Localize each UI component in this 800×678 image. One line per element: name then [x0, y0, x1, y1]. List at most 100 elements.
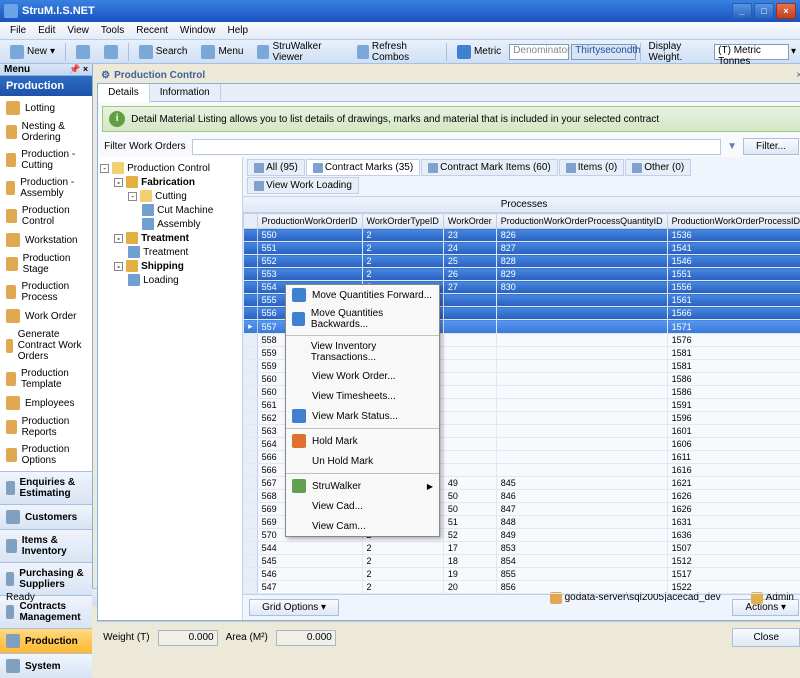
row-selector[interactable]	[244, 581, 258, 594]
expand-icon[interactable]: -	[114, 262, 123, 271]
row-selector[interactable]	[244, 438, 258, 451]
tree-node[interactable]: Cut Machine	[100, 203, 240, 217]
weight-unit-select[interactable]: (T) Metric Tonnes	[714, 44, 789, 60]
row-selector[interactable]	[244, 360, 258, 373]
tree-view[interactable]: -Production Control-Fabrication-CuttingC…	[98, 157, 243, 620]
expand-icon[interactable]: -	[114, 234, 123, 243]
grid-tab[interactable]: All (95)	[247, 159, 305, 176]
table-row[interactable]: 5462198551517	[244, 568, 800, 581]
column-header[interactable]: ProductionWorkOrderProcessQuantityID	[496, 214, 667, 229]
sidebar-item-production-cutting[interactable]: Production - Cutting	[0, 146, 92, 174]
row-selector[interactable]	[244, 255, 258, 268]
close-button[interactable]: ×	[776, 3, 796, 19]
metric-toggle[interactable]: Metric	[451, 42, 507, 62]
tree-node[interactable]: Loading	[100, 273, 240, 287]
row-selector[interactable]	[244, 568, 258, 581]
ctx-move-quantities-forward-[interactable]: Move Quantities Forward...	[286, 285, 439, 305]
row-selector[interactable]	[244, 464, 258, 477]
menu-button[interactable]: Menu	[195, 42, 249, 62]
grid-tab[interactable]: Items (0)	[559, 159, 624, 176]
row-selector[interactable]	[244, 425, 258, 438]
context-menu[interactable]: Move Quantities Forward...Move Quantitie…	[285, 284, 440, 537]
sidebar-item-production-reports[interactable]: Production Reports	[0, 413, 92, 441]
column-header[interactable]: ProductionWorkOrderProcessID	[667, 214, 800, 229]
row-selector[interactable]	[244, 294, 258, 307]
tab-details[interactable]: Details	[98, 84, 150, 102]
row-selector[interactable]: ▸	[244, 320, 258, 334]
row-selector[interactable]	[244, 399, 258, 412]
ctx-view-mark-status-[interactable]: View Mark Status...	[286, 406, 439, 426]
grid-tab[interactable]: Contract Mark Items (60)	[421, 159, 558, 176]
tree-node[interactable]: -Fabrication	[100, 175, 240, 189]
ctx-move-quantities-backwards-[interactable]: Move Quantities Backwards...	[286, 305, 439, 333]
sidebar-item-production-control[interactable]: Production Control	[0, 202, 92, 230]
row-selector[interactable]	[244, 529, 258, 542]
row-selector[interactable]	[244, 281, 258, 294]
row-selector[interactable]	[244, 307, 258, 320]
sidebar-item-production-template[interactable]: Production Template	[0, 365, 92, 393]
row-selector[interactable]	[244, 334, 258, 347]
table-row[interactable]: 5532268291551	[244, 268, 800, 281]
nav-section-purchasing-suppliers[interactable]: Purchasing & Suppliers	[0, 562, 92, 595]
row-selector[interactable]	[244, 242, 258, 255]
ctx-view-timesheets-[interactable]: View Timesheets...	[286, 386, 439, 406]
sidebar-item-production-stage[interactable]: Production Stage	[0, 250, 92, 278]
tb-btn-1[interactable]	[70, 42, 96, 62]
sidebar-item-work-order[interactable]: Work Order	[0, 306, 92, 326]
column-header[interactable]: ProductionWorkOrderID	[257, 214, 362, 229]
panel-close-icon[interactable]: ×	[796, 70, 800, 81]
sidebar-item-production-process[interactable]: Production Process	[0, 278, 92, 306]
row-selector[interactable]	[244, 490, 258, 503]
table-row[interactable]: 5512248271541	[244, 242, 800, 255]
refresh-button[interactable]: Refresh Combos	[351, 38, 442, 66]
tree-node[interactable]: Assembly	[100, 217, 240, 231]
sidebar-item-generate-contract-work-orders[interactable]: Generate Contract Work Orders	[0, 326, 92, 365]
grid-tab[interactable]: View Work Loading	[247, 177, 359, 194]
ctx-hold-mark[interactable]: Hold Mark	[286, 431, 439, 451]
new-button[interactable]: New▾	[4, 42, 61, 62]
row-selector[interactable]	[244, 542, 258, 555]
row-selector[interactable]	[244, 268, 258, 281]
tree-node[interactable]: -Production Control	[100, 161, 240, 175]
tab-information[interactable]: Information	[150, 84, 221, 101]
row-selector[interactable]	[244, 229, 258, 242]
row-selector[interactable]	[244, 516, 258, 529]
ctx-view-cad-[interactable]: View Cad...	[286, 496, 439, 516]
minimize-button[interactable]: _	[732, 3, 752, 19]
table-row[interactable]: 5472208561522	[244, 581, 800, 594]
sidebar-item-workstation[interactable]: Workstation	[0, 230, 92, 250]
menu-edit[interactable]: Edit	[32, 23, 61, 38]
ctx-un-hold-mark[interactable]: Un Hold Mark	[286, 451, 439, 471]
sidebar-item-nesting-ordering[interactable]: Nesting & Ordering	[0, 118, 92, 146]
expand-icon[interactable]: -	[114, 178, 123, 187]
expand-icon[interactable]: -	[100, 164, 109, 173]
row-selector[interactable]	[244, 347, 258, 360]
menu-help[interactable]: Help	[221, 23, 254, 38]
table-row[interactable]: 5502238261536	[244, 229, 800, 242]
menu-recent[interactable]: Recent	[130, 23, 174, 38]
sidebar-item-production-options[interactable]: Production Options	[0, 441, 92, 469]
table-row[interactable]: 5452188541512	[244, 555, 800, 568]
ctx-view-work-order-[interactable]: View Work Order...	[286, 366, 439, 386]
tree-node[interactable]: -Cutting	[100, 189, 240, 203]
search-button[interactable]: Search	[133, 42, 194, 62]
tree-node[interactable]: Treatment	[100, 245, 240, 259]
column-header[interactable]: WorkOrder	[443, 214, 496, 229]
sidebar-item-lotting[interactable]: Lotting	[0, 98, 92, 118]
sidebar-item-employees[interactable]: Employees	[0, 393, 92, 413]
nav-section-customers[interactable]: Customers	[0, 504, 92, 529]
grid-tab[interactable]: Other (0)	[625, 159, 691, 176]
struwalker-button[interactable]: StruWalker Viewer	[251, 38, 348, 66]
sidebar-item-production-assembly[interactable]: Production - Assembly	[0, 174, 92, 202]
tb-btn-2[interactable]	[98, 42, 124, 62]
nav-section-system[interactable]: System	[0, 653, 92, 678]
filter-button[interactable]: Filter...	[743, 138, 799, 155]
row-selector[interactable]	[244, 412, 258, 425]
denominator-field[interactable]: Thirtysecondth	[571, 44, 635, 60]
column-header[interactable]: WorkOrderTypeID	[362, 214, 443, 229]
tree-node[interactable]: -Shipping	[100, 259, 240, 273]
table-row[interactable]: 5522258281546	[244, 255, 800, 268]
tree-node[interactable]: -Treatment	[100, 231, 240, 245]
row-selector[interactable]	[244, 503, 258, 516]
pin-icon[interactable]: 📌 ×	[69, 64, 88, 75]
